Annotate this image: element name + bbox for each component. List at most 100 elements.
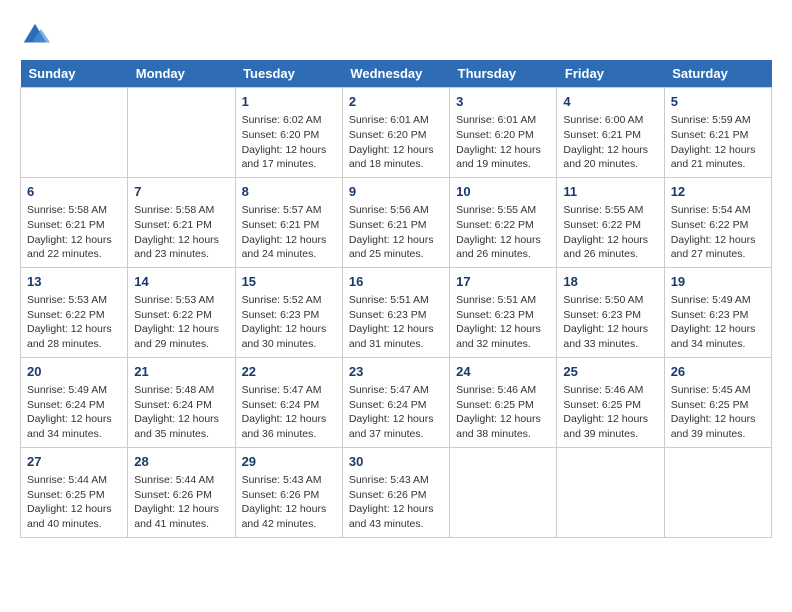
date-number: 20 [27, 363, 121, 381]
sunset-text: Sunset: 6:21 PM [349, 218, 443, 233]
calendar-cell: 1Sunrise: 6:02 AMSunset: 6:20 PMDaylight… [235, 88, 342, 178]
calendar-cell: 18 Sunrise: 5:50 AMSunset: 6:23 PMDayligh… [557, 267, 664, 357]
sunset-text: Sunset: 6:25 PM [563, 398, 657, 413]
daylight-text: Daylight: 12 hours and 31 minutes. [349, 322, 443, 351]
calendar-cell: 12Sunrise: 5:54 AMSunset: 6:22 PMDayligh… [664, 177, 771, 267]
date-number: 8 [242, 183, 336, 201]
sunset-text: Sunset: 6:24 PM [134, 398, 228, 413]
date-number: 18 [563, 273, 657, 291]
sunset-text: Sunset: 6:25 PM [671, 398, 765, 413]
date-number: 26 [671, 363, 765, 381]
date-number: 15 [242, 273, 336, 291]
week-row-4: 20Sunrise: 5:49 AMSunset: 6:24 PMDayligh… [21, 357, 772, 447]
date-number: 14 [134, 273, 228, 291]
sunrise-text: Sunrise: 5:44 AM [27, 473, 121, 488]
daylight-text: Daylight: 12 hours and 23 minutes. [134, 233, 228, 262]
date-number: 10 [456, 183, 550, 201]
date-number: 9 [349, 183, 443, 201]
daylight-text: Daylight: 12 hours and 22 minutes. [27, 233, 121, 262]
daylight-text: Daylight: 12 hours and 26 minutes. [563, 233, 657, 262]
sunset-text: Sunset: 6:22 PM [456, 218, 550, 233]
date-number: 30 [349, 453, 443, 471]
calendar-cell: 26 Sunrise: 5:45 AMSunset: 6:25 PMDayligh… [664, 357, 771, 447]
date-number: 27 [27, 453, 121, 471]
sunset-text: Sunset: 6:23 PM [456, 308, 550, 323]
sunrise-text: Sunrise: 5:46 AM [456, 383, 550, 398]
sunset-text: Sunset: 6:23 PM [563, 308, 657, 323]
daylight-text: Daylight: 12 hours and 29 minutes. [134, 322, 228, 351]
sunset-text: Sunset: 6:24 PM [27, 398, 121, 413]
sunset-text: Sunset: 6:26 PM [242, 488, 336, 503]
sunset-text: Sunset: 6:20 PM [349, 128, 443, 143]
days-header-row: SundayMondayTuesdayWednesdayThursdayFrid… [21, 60, 772, 88]
calendar-cell: 28Sunrise: 5:44 AMSunset: 6:26 PMDayligh… [128, 447, 235, 537]
date-number: 6 [27, 183, 121, 201]
date-number: 24 [456, 363, 550, 381]
calendar-cell: 15Sunrise: 5:52 AMSunset: 6:23 PMDayligh… [235, 267, 342, 357]
logo-icon [20, 20, 50, 50]
sunset-text: Sunset: 6:20 PM [242, 128, 336, 143]
sunset-text: Sunset: 6:23 PM [242, 308, 336, 323]
calendar-cell: 8Sunrise: 5:57 AMSunset: 6:21 PMDaylight… [235, 177, 342, 267]
calendar-cell: 10Sunrise: 5:55 AMSunset: 6:22 PMDayligh… [450, 177, 557, 267]
calendar-cell: 11Sunrise: 5:55 AMSunset: 6:22 PMDayligh… [557, 177, 664, 267]
sunset-text: Sunset: 6:22 PM [671, 218, 765, 233]
daylight-text: Daylight: 12 hours and 19 minutes. [456, 143, 550, 172]
sunset-text: Sunset: 6:23 PM [671, 308, 765, 323]
daylight-text: Daylight: 12 hours and 17 minutes. [242, 143, 336, 172]
sunrise-text: Sunrise: 5:58 AM [134, 203, 228, 218]
daylight-text: Daylight: 12 hours and 36 minutes. [242, 412, 336, 441]
date-number: 21 [134, 363, 228, 381]
calendar-cell: 14Sunrise: 5:53 AMSunset: 6:22 PMDayligh… [128, 267, 235, 357]
sunset-text: Sunset: 6:21 PM [242, 218, 336, 233]
date-number: 1 [242, 93, 336, 111]
sunrise-text: Sunrise: 5:50 AM [563, 293, 657, 308]
date-number: 28 [134, 453, 228, 471]
calendar-cell: 2Sunrise: 6:01 AMSunset: 6:20 PMDaylight… [342, 88, 449, 178]
daylight-text: Daylight: 12 hours and 21 minutes. [671, 143, 765, 172]
calendar-cell: 24Sunrise: 5:46 AMSunset: 6:25 PMDayligh… [450, 357, 557, 447]
date-number: 7 [134, 183, 228, 201]
calendar-cell [557, 447, 664, 537]
sunrise-text: Sunrise: 5:59 AM [671, 113, 765, 128]
day-header-sunday: Sunday [21, 60, 128, 88]
daylight-text: Daylight: 12 hours and 18 minutes. [349, 143, 443, 172]
calendar-cell: 16Sunrise: 5:51 AMSunset: 6:23 PMDayligh… [342, 267, 449, 357]
sunset-text: Sunset: 6:22 PM [563, 218, 657, 233]
date-number: 16 [349, 273, 443, 291]
calendar-cell: 29Sunrise: 5:43 AMSunset: 6:26 PMDayligh… [235, 447, 342, 537]
sunset-text: Sunset: 6:22 PM [27, 308, 121, 323]
daylight-text: Daylight: 12 hours and 27 minutes. [671, 233, 765, 262]
sunrise-text: Sunrise: 5:43 AM [349, 473, 443, 488]
sunrise-text: Sunrise: 6:00 AM [563, 113, 657, 128]
daylight-text: Daylight: 12 hours and 34 minutes. [671, 322, 765, 351]
sunrise-text: Sunrise: 5:49 AM [671, 293, 765, 308]
sunrise-text: Sunrise: 5:54 AM [671, 203, 765, 218]
sunrise-text: Sunrise: 5:53 AM [27, 293, 121, 308]
sunset-text: Sunset: 6:25 PM [27, 488, 121, 503]
calendar-cell: 9Sunrise: 5:56 AMSunset: 6:21 PMDaylight… [342, 177, 449, 267]
daylight-text: Daylight: 12 hours and 39 minutes. [671, 412, 765, 441]
daylight-text: Daylight: 12 hours and 33 minutes. [563, 322, 657, 351]
daylight-text: Daylight: 12 hours and 25 minutes. [349, 233, 443, 262]
calendar-cell: 13Sunrise: 5:53 AMSunset: 6:22 PMDayligh… [21, 267, 128, 357]
sunset-text: Sunset: 6:24 PM [242, 398, 336, 413]
date-number: 17 [456, 273, 550, 291]
sunset-text: Sunset: 6:21 PM [671, 128, 765, 143]
calendar-cell: 19 Sunrise: 5:49 AMSunset: 6:23 PMDayligh… [664, 267, 771, 357]
day-header-monday: Monday [128, 60, 235, 88]
calendar-cell: 5Sunrise: 5:59 AMSunset: 6:21 PMDaylight… [664, 88, 771, 178]
sunrise-text: Sunrise: 5:53 AM [134, 293, 228, 308]
calendar-cell: 7 Sunrise: 5:58 AMSunset: 6:21 PMDaylight… [128, 177, 235, 267]
sunset-text: Sunset: 6:23 PM [349, 308, 443, 323]
sunset-text: Sunset: 6:21 PM [134, 218, 228, 233]
day-header-saturday: Saturday [664, 60, 771, 88]
date-number: 19 [671, 273, 765, 291]
sunset-text: Sunset: 6:21 PM [27, 218, 121, 233]
sunrise-text: Sunrise: 5:45 AM [671, 383, 765, 398]
daylight-text: Daylight: 12 hours and 37 minutes. [349, 412, 443, 441]
date-number: 4 [563, 93, 657, 111]
sunrise-text: Sunrise: 5:44 AM [134, 473, 228, 488]
sunrise-text: Sunrise: 5:57 AM [242, 203, 336, 218]
day-header-friday: Friday [557, 60, 664, 88]
